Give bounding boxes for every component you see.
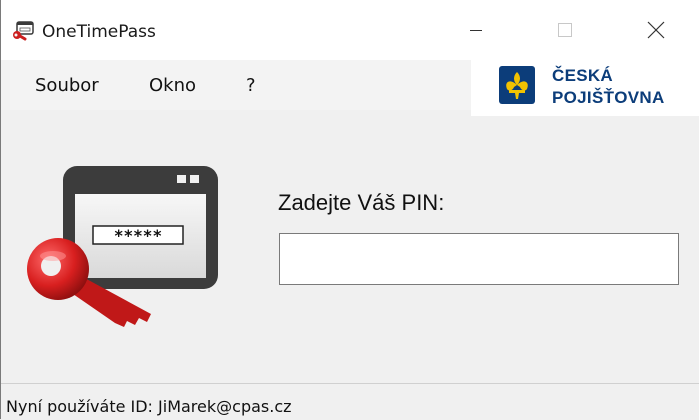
password-key-illustration: ***** [27,166,218,327]
menu-soubor[interactable]: Soubor [35,75,99,96]
menu-bar: Soubor Okno ? [1,60,471,110]
status-text: Nyní používáte ID: JiMarek@cpas.cz [6,397,292,416]
close-button[interactable] [633,0,679,60]
logo-text-line2: POJIŠŤOVNA [552,88,665,107]
masked-pin-text: ***** [114,226,162,245]
maximize-icon [558,23,572,37]
app-window: OneTimePass Soubor Okno ? ČESKÁ POJIŠŤOV… [0,0,699,420]
menu-help[interactable]: ? [246,75,256,96]
app-key-icon [13,21,34,41]
lily-emblem-icon [499,66,535,104]
ceska-pojistovna-logo: ČESKÁ POJIŠŤOVNA [471,60,699,116]
pin-input[interactable] [279,233,679,285]
window-title: OneTimePass [42,22,156,42]
menu-okno[interactable]: Okno [149,75,196,96]
minimize-icon [470,30,482,31]
logo-text-line1: ČESKÁ [552,66,614,85]
minimize-button[interactable] [453,0,499,60]
pin-label: Zadejte Váš PIN: [278,190,445,215]
status-bar: Nyní používáte ID: JiMarek@cpas.cz [1,383,699,420]
close-icon [647,21,665,39]
title-bar[interactable]: OneTimePass [1,0,699,60]
maximize-button[interactable] [542,0,588,60]
